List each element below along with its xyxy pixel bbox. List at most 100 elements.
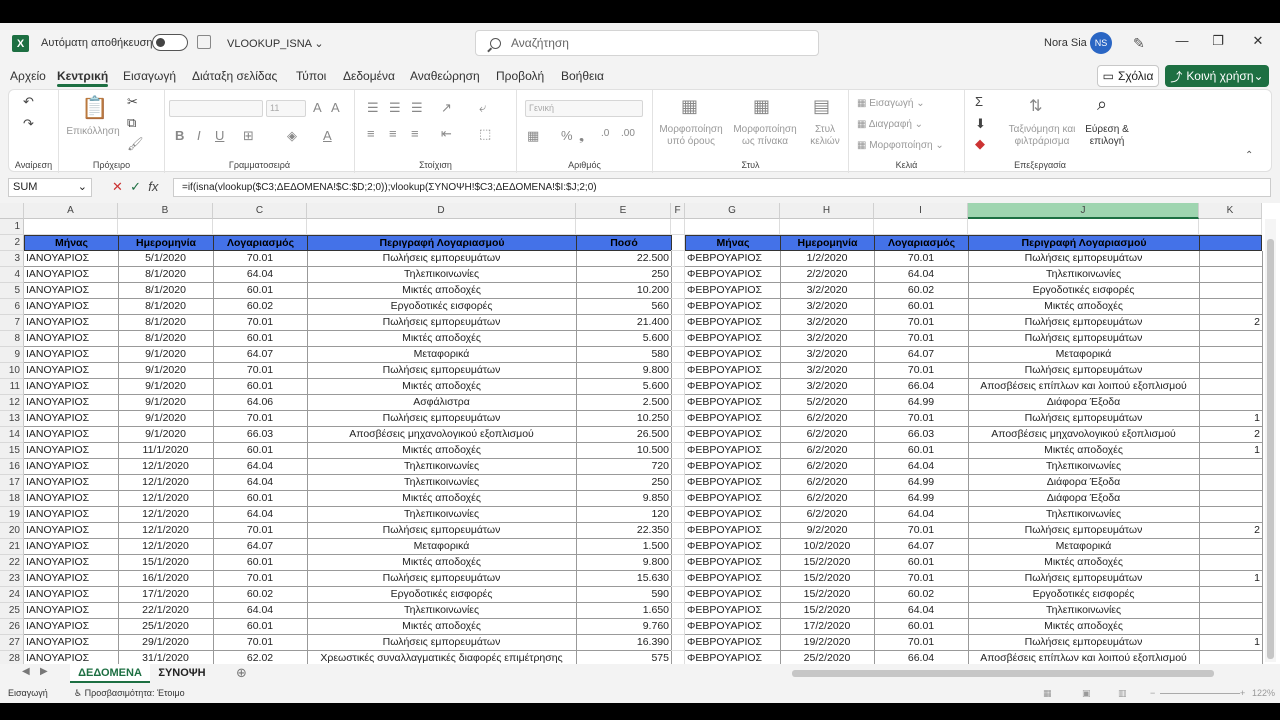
table-cell[interactable]: 5.600 — [576, 331, 672, 347]
table-cell[interactable]: 70.01 — [213, 315, 308, 331]
table-cell[interactable]: 70.01 — [874, 411, 969, 427]
table-cell[interactable]: 12/1/2020 — [118, 523, 214, 539]
table-cell[interactable]: 70.01 — [874, 363, 969, 379]
table-cell[interactable]: 6/2/2020 — [780, 491, 875, 507]
table-cell[interactable]: 70.01 — [213, 411, 308, 427]
table-cell[interactable] — [671, 379, 685, 395]
table-cell[interactable]: 60.02 — [874, 283, 969, 299]
table-cell[interactable]: 64.99 — [874, 475, 969, 491]
paste-icon[interactable]: 📋 — [81, 95, 108, 121]
decrease-decimal-icon[interactable]: .00 — [621, 128, 635, 139]
table-cell[interactable] — [671, 651, 685, 664]
row-header[interactable]: 18 — [0, 491, 24, 507]
table-cell[interactable]: ΙΑΝΟΥΑΡΙΟΣ — [24, 475, 119, 491]
table-cell[interactable]: Αποσβέσεις μηχανολογικού εξοπλισμού — [307, 427, 577, 443]
table-cell[interactable]: 60.01 — [213, 331, 308, 347]
table-cell[interactable] — [671, 363, 685, 379]
table-cell[interactable] — [780, 219, 874, 235]
table-cell[interactable]: 15/2/2020 — [780, 603, 875, 619]
table-cell[interactable] — [1199, 251, 1263, 267]
table-cell[interactable]: 64.04 — [874, 267, 969, 283]
table-cell[interactable]: 60.01 — [874, 555, 969, 571]
table-cell[interactable] — [671, 251, 685, 267]
table-cell[interactable]: Πωλήσεις εμπορευμάτων — [307, 411, 577, 427]
table-cell[interactable]: 64.07 — [874, 539, 969, 555]
align-right-icon[interactable]: ≡ — [411, 126, 419, 141]
row-header[interactable]: 8 — [0, 331, 24, 347]
table-cell[interactable]: Εργοδοτικές εισφορές — [307, 587, 577, 603]
table-cell[interactable]: 8/1/2020 — [118, 331, 214, 347]
table-cell[interactable]: ΦΕΒΡΟΥΑΡΙΟΣ — [685, 363, 781, 379]
table-cell[interactable]: Πωλήσεις εμπορευμάτων — [968, 523, 1200, 539]
row-header[interactable]: 15 — [0, 443, 24, 459]
table-cell[interactable]: Ασφάλιστρα — [307, 395, 577, 411]
table-cell[interactable]: Τηλεπικοινωνίες — [968, 507, 1200, 523]
table-cell[interactable] — [671, 555, 685, 571]
table-cell[interactable]: Πωλήσεις εμπορευμάτων — [307, 363, 577, 379]
table-cell[interactable]: 15.630 — [576, 571, 672, 587]
vertical-scrollbar[interactable] — [1265, 219, 1276, 662]
table-cell[interactable]: 64.99 — [874, 491, 969, 507]
table-cell[interactable]: Εργοδοτικές εισφορές — [307, 299, 577, 315]
zoom-level[interactable]: 122% — [1252, 684, 1275, 702]
table-cell[interactable]: ΦΕΒΡΟΥΑΡΙΟΣ — [685, 267, 781, 283]
table-cell[interactable]: 64.04 — [213, 267, 308, 283]
table-cell[interactable]: 6/2/2020 — [780, 411, 875, 427]
paste-label[interactable]: Επικόλληση — [65, 126, 121, 138]
zoom-in-icon[interactable]: + — [1240, 684, 1245, 702]
table-cell[interactable] — [1199, 331, 1263, 347]
table-cell[interactable] — [968, 219, 1199, 235]
column-header[interactable]: D — [307, 203, 576, 219]
table-cell[interactable]: 8/1/2020 — [118, 315, 214, 331]
table-cell[interactable]: 21.400 — [576, 315, 672, 331]
format-as-table-icon[interactable]: ▦ — [753, 96, 770, 117]
table-cell[interactable] — [1199, 395, 1263, 411]
table-cell[interactable]: Πωλήσεις εμπορευμάτων — [968, 635, 1200, 651]
table-cell[interactable]: 250 — [576, 475, 672, 491]
table-cell[interactable]: 1 — [1199, 411, 1263, 427]
table-cell[interactable] — [874, 219, 968, 235]
share-button[interactable]: ⤴ Κοινή χρήση ⌄ — [1165, 65, 1269, 87]
table-cell[interactable]: 9/1/2020 — [118, 379, 214, 395]
table-cell[interactable]: Μικτές αποδοχές — [307, 331, 577, 347]
column-header[interactable]: I — [874, 203, 968, 219]
row-header[interactable]: 3 — [0, 251, 24, 267]
table-cell[interactable]: 8/1/2020 — [118, 299, 214, 315]
table-cell[interactable]: 15/2/2020 — [780, 571, 875, 587]
table-cell[interactable]: 64.07 — [874, 347, 969, 363]
table-cell[interactable]: ΙΑΝΟΥΑΡΙΟΣ — [24, 283, 119, 299]
add-sheet-icon[interactable]: ⊕ — [236, 665, 247, 681]
table-cell[interactable] — [1199, 507, 1263, 523]
table-cell[interactable]: ΦΕΒΡΟΥΑΡΙΟΣ — [685, 555, 781, 571]
table-cell[interactable]: 15/2/2020 — [780, 587, 875, 603]
fx-icon[interactable]: fx — [148, 179, 158, 194]
table-cell[interactable]: 70.01 — [874, 315, 969, 331]
table-cell[interactable]: ΙΑΝΟΥΑΡΙΟΣ — [24, 363, 119, 379]
format-cells-button[interactable]: ▦ Μορφοποίηση ⌄ — [857, 140, 944, 152]
align-middle-icon[interactable]: ☰ — [389, 100, 401, 116]
tab-home[interactable]: Κεντρική — [57, 69, 109, 87]
table-cell[interactable] — [576, 219, 671, 235]
table-cell[interactable] — [671, 523, 685, 539]
table-cell[interactable]: 22/1/2020 — [118, 603, 214, 619]
table-cell[interactable]: 60.01 — [213, 555, 308, 571]
table-cell[interactable]: 6/2/2020 — [780, 427, 875, 443]
table-cell[interactable]: 64.99 — [874, 395, 969, 411]
table-cell[interactable]: ΙΑΝΟΥΑΡΙΟΣ — [24, 347, 119, 363]
table-cell[interactable]: Πωλήσεις εμπορευμάτων — [307, 635, 577, 651]
table-cell[interactable]: ΙΑΝΟΥΑΡΙΟΣ — [24, 299, 119, 315]
row-header[interactable]: 14 — [0, 427, 24, 443]
table-cell[interactable]: Πωλήσεις εμπορευμάτων — [968, 331, 1200, 347]
table-cell[interactable]: ΦΕΒΡΟΥΑΡΙΟΣ — [685, 587, 781, 603]
table-cell[interactable]: 5/1/2020 — [118, 251, 214, 267]
table-cell[interactable]: ΙΑΝΟΥΑΡΙΟΣ — [24, 603, 119, 619]
table-cell[interactable]: 60.01 — [213, 283, 308, 299]
column-header[interactable]: E — [576, 203, 671, 219]
table-cell[interactable]: 64.04 — [213, 459, 308, 475]
table-cell[interactable]: Πωλήσεις εμπορευμάτων — [968, 363, 1200, 379]
table-cell[interactable] — [671, 571, 685, 587]
name-box[interactable]: SUM ⌄ — [8, 178, 92, 197]
horizontal-scroll-thumb[interactable] — [792, 670, 1214, 677]
cut-icon[interactable]: ✂ — [127, 94, 138, 110]
table-cell[interactable]: Μικτές αποδοχές — [307, 619, 577, 635]
